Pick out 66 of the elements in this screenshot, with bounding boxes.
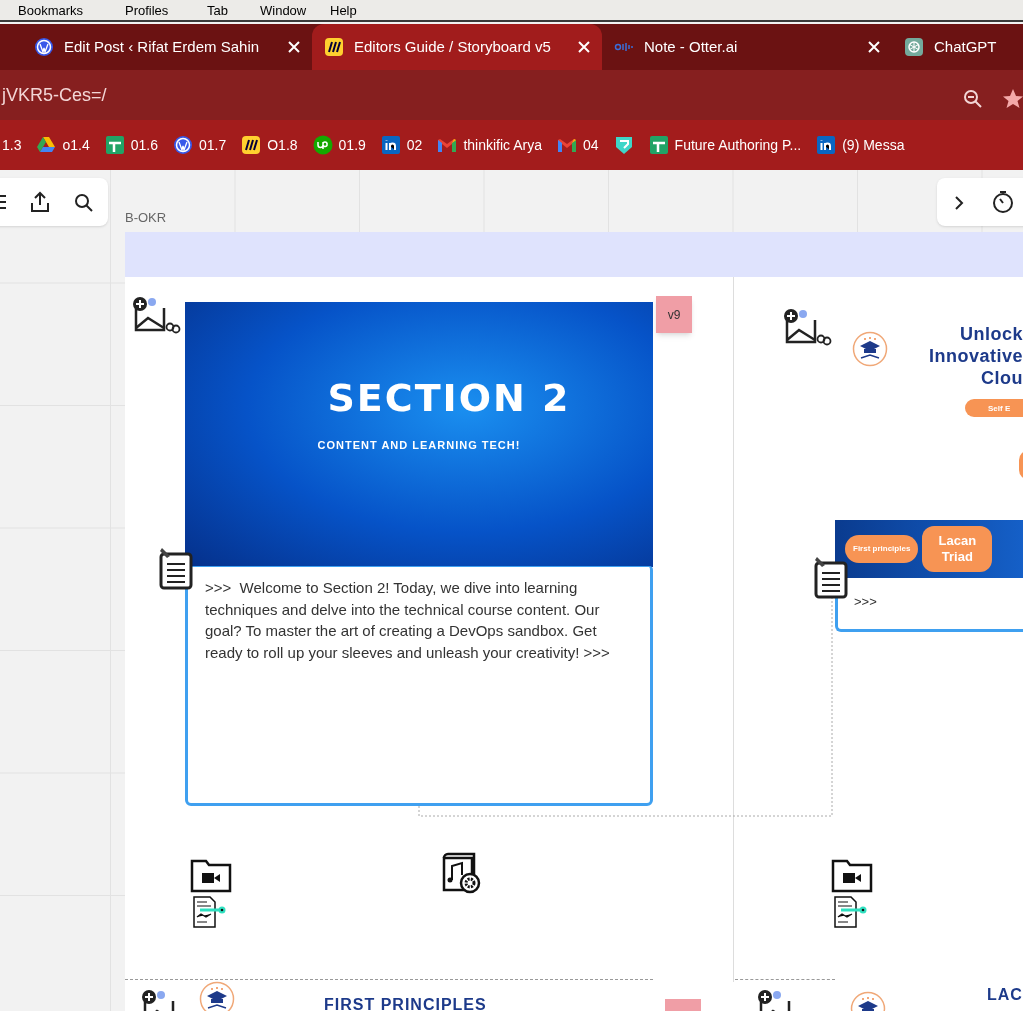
in-logo-icon [816, 135, 837, 155]
spreadsheet-icon [648, 135, 669, 155]
bookmark-item[interactable] [613, 135, 634, 155]
tab-title: Editors Guide / Storyboard v5 [354, 36, 552, 57]
browser-tab[interactable]: Note - Otter.ai [602, 24, 892, 70]
menu-item[interactable]: Window [260, 3, 307, 18]
tag-pill: Self E [965, 399, 1023, 417]
bookmark-item[interactable]: 01.6 [104, 134, 158, 156]
bookmark-item[interactable]: 02 [380, 134, 423, 156]
browser-tab[interactable]: Editors Guide / Storyboard v5 [312, 24, 602, 70]
bookmark-item[interactable]: Future Authoring P... [648, 134, 802, 156]
timer-icon[interactable] [992, 190, 1014, 214]
notepad-icon[interactable] [158, 546, 194, 592]
video-document-icon[interactable] [190, 857, 234, 929]
close-icon[interactable] [288, 41, 300, 53]
board-logo-icon [241, 135, 262, 155]
knot-logo-icon [904, 37, 924, 57]
music-settings-icon[interactable] [440, 852, 482, 894]
note-text: >>> Welcome to Section 2! Today, we dive into learning techniques and delve into the technical course content. Our goal? To master the art of creating a DevOps sandbox. Get ready to roll up your sleeves and unleash your creativity! >>> [205, 578, 611, 663]
chip: First principles [845, 535, 919, 563]
browser-tab[interactable]: Edit Post ‹ Rifat Erdem Sahin [22, 24, 312, 70]
bookmark-item[interactable]: (9) Messa [816, 134, 905, 156]
bookmark-item[interactable]: o1.4 [36, 134, 90, 156]
bookmark-item[interactable]: thinkific Arya [437, 134, 542, 156]
menu-icon[interactable] [0, 194, 6, 210]
search-icon[interactable] [74, 193, 94, 213]
section-heading: FIRST PRINCIPLES [324, 995, 487, 1011]
browser-tab[interactable]: ChatGPT [892, 24, 1023, 70]
bookmark-item[interactable]: 1.3 [2, 134, 22, 156]
chip: Lacan Triad [922, 526, 993, 572]
close-icon[interactable] [578, 41, 590, 53]
star-icon[interactable] [1002, 88, 1023, 110]
frame-label[interactable]: B-OKR [125, 208, 167, 228]
slide-title: SECTION 2 [326, 375, 571, 422]
upload-icon[interactable] [30, 191, 50, 213]
wordpress-logo-icon [172, 135, 193, 155]
graduation-cap-logo-icon [852, 331, 888, 367]
video-document-icon[interactable] [831, 857, 875, 929]
pen-logo-icon [613, 135, 634, 155]
bookmark-item[interactable]: 01.9 [312, 134, 366, 156]
sticky-note [665, 999, 701, 1011]
bookmark-item[interactable]: O1.8 [241, 134, 298, 156]
tab-title: ChatGPT [934, 36, 998, 57]
tab-title: Edit Post ‹ Rifat Erdem Sahin [64, 36, 261, 57]
board-logo-icon [324, 37, 344, 57]
slide-subtitle: CONTENT AND LEARNING TECH! [317, 438, 521, 453]
menu-item[interactable]: Tab [207, 3, 228, 18]
card-heading: Unlock Innovative Clou [927, 323, 1023, 389]
tab-title: Note - Otter.ai [644, 36, 739, 57]
menu-item[interactable]: Profiles [125, 3, 169, 18]
address-text[interactable]: jVKR5-Ces=/ [0, 81, 107, 109]
triangle-logo-icon [36, 135, 57, 155]
close-icon[interactable] [868, 41, 880, 53]
spreadsheet-icon [104, 135, 125, 155]
chevron-right-icon[interactable] [954, 195, 964, 211]
up-logo-icon [312, 135, 333, 155]
menu-item[interactable]: Help [330, 3, 357, 18]
menu-item[interactable]: Bookmarks [18, 3, 84, 18]
in-logo-icon [380, 135, 401, 155]
zoom-icon[interactable] [963, 89, 983, 109]
notepad-icon[interactable] [813, 555, 849, 601]
wordpress-logo-icon [34, 37, 54, 57]
section-heading: LAC [987, 985, 1023, 1005]
sticky-note: v9 [656, 296, 692, 333]
bookmark-item[interactable]: 01.7 [172, 134, 227, 156]
bookmark-item[interactable]: 04 [557, 134, 599, 156]
